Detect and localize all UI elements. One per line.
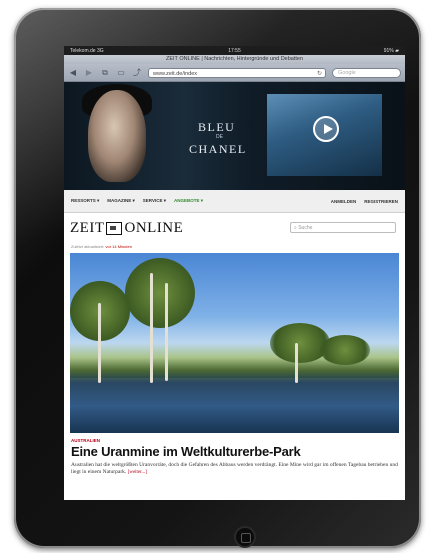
reload-icon[interactable]: ↻ — [317, 69, 322, 79]
tree-trunk — [295, 343, 298, 383]
tree-canopy — [320, 335, 370, 365]
last-updated: Zuletzt aktualisiert: vor 14 Minuten — [64, 243, 405, 253]
updated-value: vor 14 Minuten — [105, 244, 132, 249]
site-navigation: RESSORTS ▾ MAGAZINE ▾ SERVICE ▾ ANGEBOTE… — [64, 190, 405, 213]
ad-text-de: DE — [216, 134, 223, 140]
read-more-link[interactable]: [weiter...] — [128, 470, 147, 475]
address-bar[interactable]: www.zeit.de/index ↻ — [148, 67, 326, 79]
browser-search-input[interactable]: Google — [332, 67, 401, 78]
tree-trunk — [150, 273, 153, 383]
article-headline[interactable]: Eine Uranmine im Weltkulturerbe-Park — [64, 443, 405, 459]
play-icon[interactable] — [313, 116, 339, 142]
pages-icon[interactable]: ⧉ — [100, 68, 110, 78]
login-link[interactable]: ANMELDEN — [328, 199, 360, 204]
clock: 17:55 — [228, 47, 241, 54]
home-button[interactable] — [234, 526, 256, 548]
article-lead-text: Australien hat die weltgrößten Uranvorrä… — [71, 462, 398, 475]
status-bar: Telekom.de 3G 17:55 91% ▰ — [64, 46, 405, 55]
ad-text-chanel: CHANEL — [189, 142, 247, 156]
water-reflection — [70, 378, 399, 433]
share-icon[interactable]: ⤴ — [132, 67, 142, 78]
browser-toolbar: ◀ ▶ ⧉ ▭ ⤴ www.zeit.de/index ↻ Google — [64, 64, 405, 82]
screen: Telekom.de 3G 17:55 91% ▰ ZEIT ONLINE | … — [64, 46, 405, 500]
article-hero-image[interactable] — [70, 253, 399, 433]
tree-canopy — [270, 323, 330, 363]
tree-canopy — [125, 258, 195, 328]
site-search-input[interactable]: ⌕ Suche — [290, 222, 396, 233]
nav-angebote[interactable]: ANGEBOTE ▾ — [171, 198, 206, 204]
nav-service[interactable]: SERVICE ▾ — [140, 198, 169, 204]
updated-prefix: Zuletzt aktualisiert: — [71, 244, 105, 249]
tree-trunk — [165, 283, 168, 381]
site-search-placeholder: Suche — [298, 225, 313, 231]
forward-icon[interactable]: ▶ — [84, 68, 94, 77]
logo-text-right: ONLINE — [124, 219, 184, 236]
ad-text-bleu: BLEU — [198, 120, 236, 134]
logo-seal-icon — [106, 221, 123, 235]
ad-model-face — [88, 90, 146, 182]
logo-text-left: ZEIT — [70, 219, 105, 236]
nav-magazine[interactable]: MAGAZINE ▾ — [104, 198, 138, 204]
logo-row: ZEIT ONLINE ⌕ Suche — [64, 213, 405, 243]
zeit-online-logo[interactable]: ZEIT ONLINE — [70, 220, 183, 237]
bookmarks-icon[interactable]: ▭ — [116, 68, 126, 77]
article-kicker: AUSTRALIEN — [71, 438, 100, 443]
tree-trunk — [98, 303, 101, 383]
back-icon[interactable]: ◀ — [68, 68, 78, 77]
chanel-ad-banner[interactable]: BLEU DE CHANEL — [64, 82, 405, 190]
article-lead: Australien hat die weltgrößten Uranvorrä… — [64, 459, 405, 479]
url-text: www.zeit.de/index — [153, 70, 198, 77]
nav-ressorts[interactable]: RESSORTS ▾ — [68, 198, 102, 204]
register-link[interactable]: REGISTRIEREN — [361, 199, 401, 204]
browser-page-title: ZEIT ONLINE | Nachrichten, Hintergründe … — [64, 55, 405, 64]
